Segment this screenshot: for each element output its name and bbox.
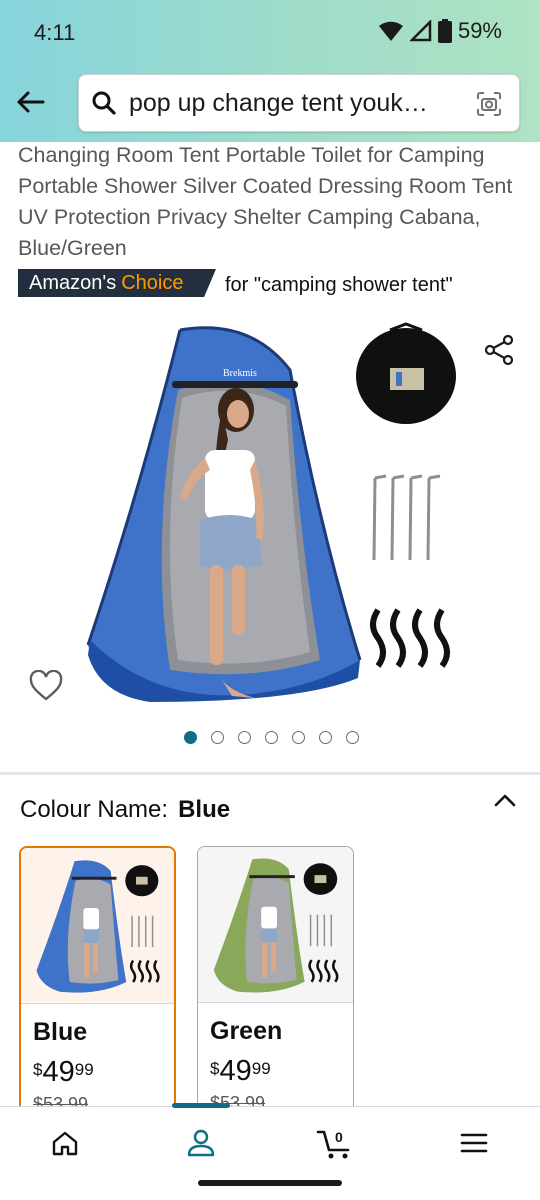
- colour-swatch-blue[interactable]: Blue $ 49 99 $53.99: [19, 846, 176, 1136]
- cart-count: 0: [335, 1129, 343, 1145]
- battery-percent: 59%: [457, 18, 502, 43]
- swatch-price: $ 49 99: [33, 1056, 94, 1088]
- share-icon[interactable]: [484, 334, 516, 366]
- signal-icon: [409, 20, 432, 42]
- section-divider: [0, 772, 540, 775]
- badge-keyword: for "camping shower tent": [225, 274, 453, 296]
- chevron-up-icon[interactable]: [492, 788, 518, 814]
- search-icon: [91, 89, 119, 117]
- battery-icon: [437, 19, 452, 43]
- carousel-dot[interactable]: [211, 731, 224, 744]
- brand-text: Brekmis: [223, 368, 257, 379]
- hamburger-menu-icon: [460, 1133, 488, 1153]
- swatch-image: [198, 847, 353, 1003]
- price-fraction: 99: [74, 1060, 94, 1079]
- carousel-dot[interactable]: [184, 731, 197, 744]
- price-whole: 49: [219, 1055, 252, 1087]
- heart-icon[interactable]: [28, 670, 64, 702]
- swatch-name: Blue: [33, 1018, 88, 1046]
- badge-choice-word: Choice: [121, 271, 184, 294]
- status-icons: 59%: [378, 18, 502, 44]
- colour-name-label: Colour Name: Blue: [20, 796, 230, 824]
- active-tab-indicator: [172, 1103, 230, 1108]
- camera-search-icon[interactable]: [475, 90, 503, 118]
- carousel-dot[interactable]: [346, 731, 359, 744]
- back-button[interactable]: [12, 84, 48, 120]
- nav-account[interactable]: [181, 1125, 221, 1161]
- colour-label-text: Colour Name:: [20, 796, 169, 823]
- carousel-dot[interactable]: [238, 731, 251, 744]
- status-time: 4:11: [34, 20, 76, 45]
- product-title[interactable]: Changing Room Tent Portable Toilet for C…: [18, 140, 528, 264]
- cart-icon: 0: [316, 1129, 350, 1159]
- arrow-left-icon: [17, 91, 45, 113]
- carousel-dot[interactable]: [319, 731, 332, 744]
- search-input[interactable]: pop up change tent youk…: [129, 89, 457, 118]
- price-whole: 49: [42, 1056, 75, 1088]
- product-image[interactable]: Brekmis: [0, 310, 540, 720]
- swatch-name: Green: [210, 1017, 283, 1045]
- badge-prefix: Amazon's: [29, 271, 117, 294]
- price-currency: $: [33, 1060, 43, 1079]
- nav-cart[interactable]: 0: [314, 1125, 358, 1161]
- wifi-icon: [378, 21, 403, 41]
- gesture-home-bar[interactable]: [198, 1180, 342, 1186]
- person-icon: [187, 1129, 215, 1157]
- carousel-dot[interactable]: [292, 731, 305, 744]
- colour-swatch-green[interactable]: Green $ 49 99 $53.99: [197, 846, 354, 1136]
- swatch-image: [21, 848, 174, 1004]
- nav-menu[interactable]: [454, 1125, 494, 1161]
- price-currency: $: [210, 1059, 220, 1078]
- app-header: 4:11 59% pop up change tent youk…: [0, 0, 540, 142]
- swatch-price: $ 49 99: [210, 1055, 271, 1087]
- carousel-dot[interactable]: [265, 731, 278, 744]
- home-icon: [52, 1131, 78, 1156]
- search-bar[interactable]: pop up change tent youk…: [78, 74, 520, 132]
- amazons-choice-badge[interactable]: Amazon's Choice: [18, 269, 216, 297]
- price-fraction: 99: [251, 1059, 271, 1078]
- colour-selected-value: Blue: [178, 796, 231, 823]
- image-carousel-dots: [184, 731, 359, 744]
- nav-home[interactable]: [45, 1125, 85, 1161]
